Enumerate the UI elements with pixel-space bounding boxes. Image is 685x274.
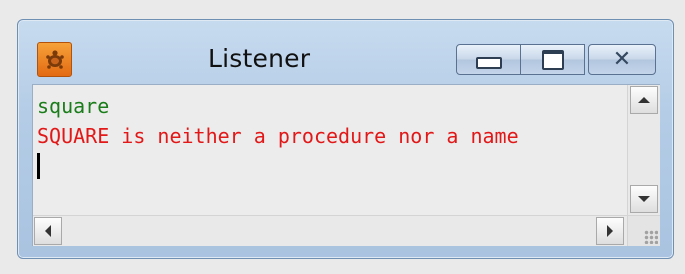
resize-corner[interactable]	[627, 215, 660, 246]
maximize-icon	[541, 49, 564, 70]
horizontal-scrollbar[interactable]	[33, 215, 627, 246]
close-icon: ✕	[612, 46, 632, 72]
text-caret	[37, 153, 40, 179]
arrow-right-icon	[607, 225, 613, 237]
turtle-logo-icon[interactable]	[37, 42, 72, 77]
listener-client-area: square SQUARE is neither a procedure nor…	[32, 84, 660, 246]
close-button[interactable]: ✕	[588, 44, 656, 75]
minimize-button[interactable]	[456, 44, 521, 75]
resize-grip-icon	[644, 230, 658, 244]
minimize-icon	[475, 56, 502, 69]
listener-text-area[interactable]: square SQUARE is neither a procedure nor…	[33, 85, 627, 215]
maximize-button[interactable]	[521, 44, 585, 75]
vertical-scrollbar[interactable]	[627, 85, 660, 215]
arrow-down-icon	[638, 196, 650, 202]
error-message: SQUARE is neither a procedure nor a name	[37, 124, 519, 148]
listener-window: Listener ✕ square SQUARE is neither a pr…	[17, 19, 674, 259]
scroll-down-button[interactable]	[630, 185, 658, 213]
arrow-up-icon	[638, 97, 650, 103]
arrow-left-icon	[45, 225, 51, 237]
input-line[interactable]	[37, 151, 627, 181]
window-title: Listener	[208, 44, 311, 73]
scroll-right-button[interactable]	[596, 217, 624, 245]
scroll-up-button[interactable]	[630, 86, 658, 114]
title-bar[interactable]: Listener ✕	[18, 20, 673, 84]
scroll-left-button[interactable]	[34, 217, 62, 245]
command-line: square	[37, 94, 110, 118]
